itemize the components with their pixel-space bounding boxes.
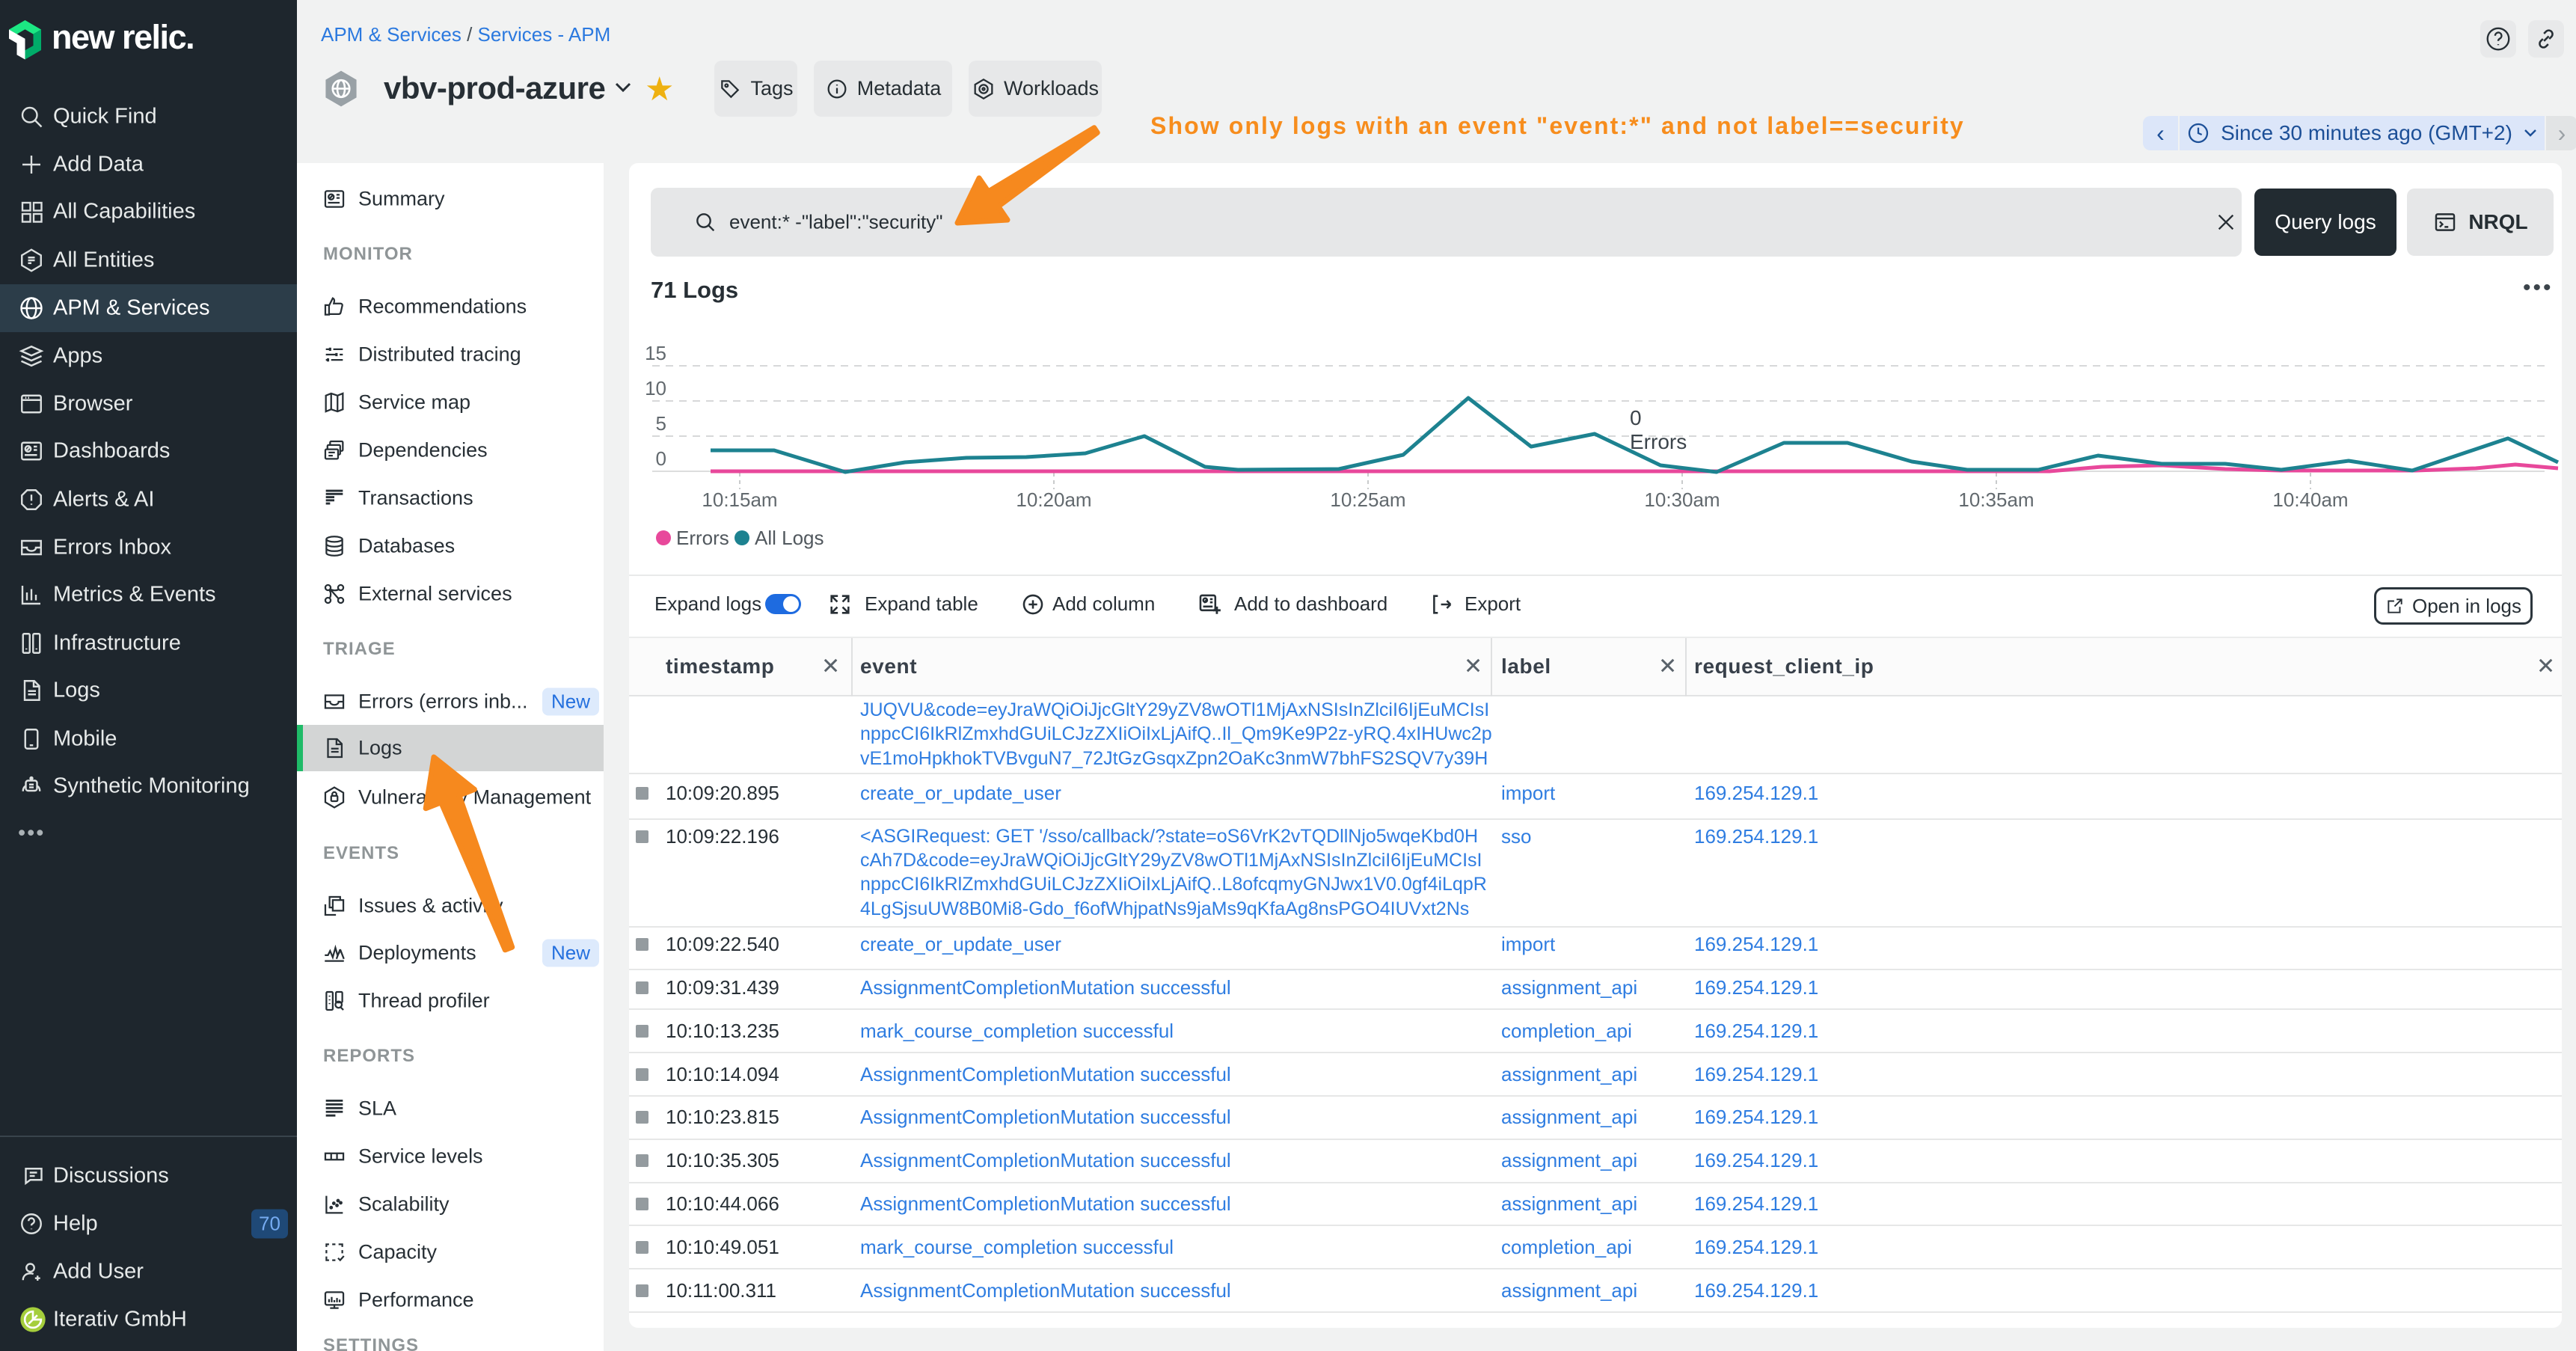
svg-text:10:40am: 10:40am [2272, 488, 2348, 511]
svg-text:10:25am: 10:25am [1330, 488, 1405, 511]
svg-text:Errors: Errors [676, 527, 729, 549]
svg-text:10:15am: 10:15am [702, 488, 777, 511]
svg-text:0: 0 [656, 447, 666, 470]
svg-text:0: 0 [1630, 406, 1642, 429]
svg-text:10:30am: 10:30am [1644, 488, 1720, 511]
svg-text:10:20am: 10:20am [1016, 488, 1091, 511]
svg-text:5: 5 [656, 412, 666, 435]
svg-text:Errors: Errors [1630, 430, 1687, 453]
svg-text:10:35am: 10:35am [1958, 488, 2034, 511]
svg-text:10: 10 [645, 377, 666, 399]
svg-text:15: 15 [645, 342, 666, 364]
svg-text:All Logs: All Logs [755, 527, 824, 549]
